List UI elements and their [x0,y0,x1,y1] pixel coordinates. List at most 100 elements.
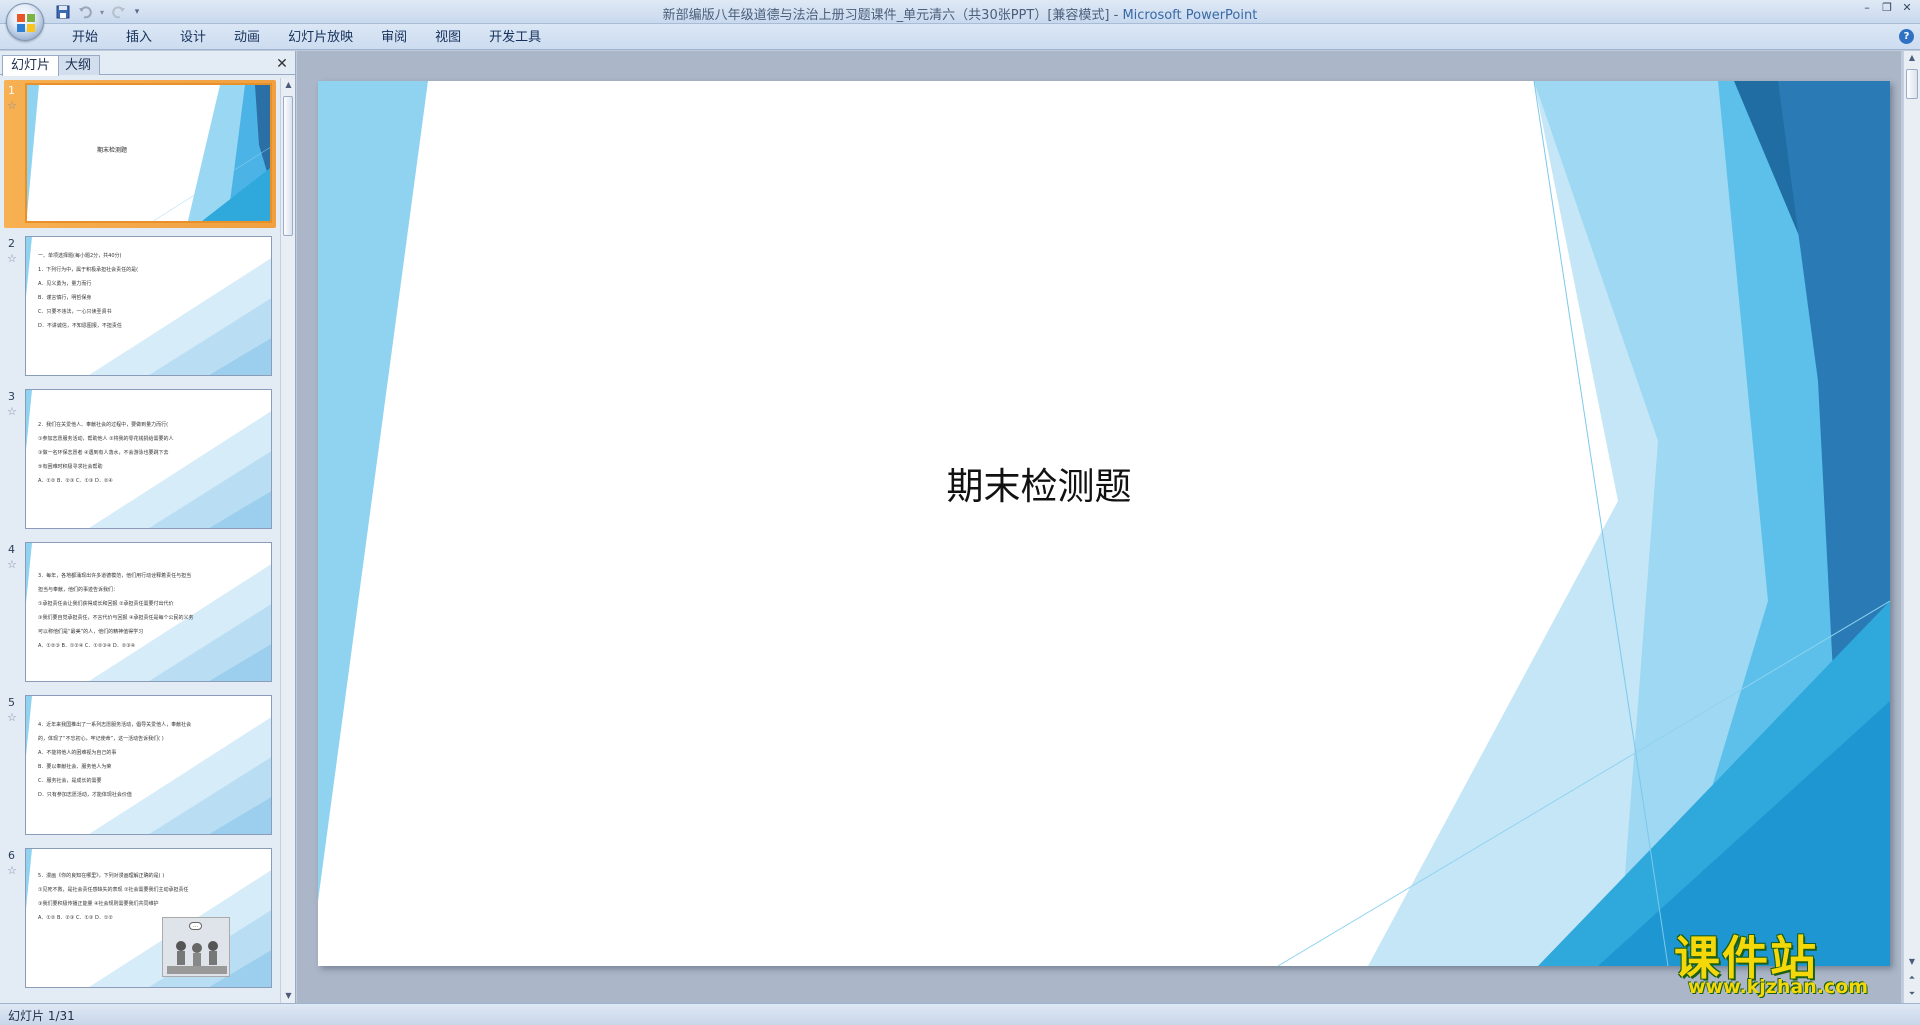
scroll-thumb[interactable] [283,96,293,236]
thumbnail-line: D．不讲诚信，不知恩图报，不担责任 [38,323,122,329]
slide-editing-area: 期末检测题 [297,51,1901,1003]
previous-slide-icon[interactable]: ⏶ [1904,971,1920,985]
thumbnail-list: 1 ☆ 期末检测题 2 ☆ 一、单项选择题(每小题2分，共40分) 1．下列行为… [0,78,278,1003]
thumbnail-line: ③做一名环保志愿者 ④遇到有人落水，不会游泳也要跳下去 [38,450,169,456]
cartoon-image: … [162,917,230,977]
thumbnail-canvas: 期末检测题 [25,83,272,223]
thumbnail-line: 3．每年，各地都涌现出许多道德模范，他们用行动诠释着责任与担当 [38,573,192,579]
help-icon[interactable]: ? [1899,29,1914,44]
next-slide-icon[interactable]: ⏷ [1904,987,1920,1001]
thumbnail-line: 担当与奉献，他们的事迹告诉我们： [38,587,119,593]
thumbnail-line: C．只要不违法，一心只读圣贤书 [38,309,112,315]
window-title: 新部编版八年级道德与法治上册习题课件_单元清六（共30张PPT）[兼容模式] -… [0,4,1920,23]
thumbnail-line: 1．下列行为中，属于积极承担社会责任的是( [38,267,139,273]
thumbnail-scrollbar[interactable]: ▲ ▼ [280,78,295,1003]
thumbnail-canvas: 4．近年来我国推出了一系列志愿服务活动，倡导关爱他人，奉献社会 的，体现了“不忘… [25,695,272,835]
app-name: Microsoft PowerPoint [1122,8,1258,23]
scroll-thumb[interactable] [1906,69,1918,99]
tab-animations[interactable]: 动画 [220,28,274,48]
thumbnail-line: 5．漫画《你的良知在哪里》，下列对漫画理解正确的是( ) [38,873,165,879]
slide-indicator: 幻灯片 1/31 [8,1009,75,1023]
slide-thumbnail[interactable]: 1 ☆ 期末检测题 [4,80,276,228]
slide-number: 2 [8,237,15,250]
slide-number: 3 [8,390,15,403]
slide-canvas[interactable]: 期末检测题 [318,81,1890,966]
thumbnail-line: 4．近年来我国推出了一系列志愿服务活动，倡导关爱他人，奉献社会 [38,722,192,728]
animation-star-icon: ☆ [7,405,17,418]
slide-thumbnail[interactable]: 4 ☆ 3．每年，各地都涌现出许多道德模范，他们用行动诠释着责任与担当 担当与奉… [4,539,276,687]
office-button[interactable] [6,3,44,41]
thumbnail-text: 一、单项选择题(每小题2分，共40分) 1．下列行为中，属于积极承担社会责任的是… [38,249,218,333]
watermark-url: www.kjzhan.com [1688,976,1869,998]
minimize-icon[interactable]: – [1858,1,1876,15]
thumbnail-line: 的，体现了“不忘初心，牢记使命”，这一活动告诉我们( ) [38,736,164,742]
animation-star-icon: ☆ [7,558,17,571]
close-icon[interactable]: ✕ [1898,1,1916,15]
scroll-down-icon[interactable]: ▼ [1904,955,1920,969]
thumbnail-line: ③我们要积极传播正能量 ④社会规则需要我们共同维护 [38,901,159,907]
status-bar: 幻灯片 1/31 [0,1003,1920,1025]
thumbnail-line: ①承担责任会让我们获得成长和回报 ②承担责任需要付出代价 [38,601,174,607]
thumbnail-line: ①参加志愿服务活动，帮助他人 ②将我的零花钱捐给需要的人 [38,436,174,442]
tab-developer[interactable]: 开发工具 [475,28,555,48]
thumbnail-canvas: 一、单项选择题(每小题2分，共40分) 1．下列行为中，属于积极承担社会责任的是… [25,236,272,376]
tab-design[interactable]: 设计 [166,28,220,48]
slide-scrollbar[interactable]: ▲ ▼ ⏶ ⏷ [1903,51,1920,1003]
title-separator: - [1109,8,1123,23]
slide-thumbnail[interactable]: 5 ☆ 4．近年来我国推出了一系列志愿服务活动，倡导关爱他人，奉献社会 的，体现… [4,692,276,840]
slide-number: 4 [8,543,15,556]
thumbnail-text: 2．我们在关爱他人、奉献社会的过程中，要做到量力而行( ①参加志愿服务活动，帮助… [38,418,218,488]
slide-thumbnail[interactable]: 6 ☆ 5．漫画《你的良知在哪里》，下列对漫画理解正确的是( ) ①见死不救，是… [4,845,276,993]
slide-background-shapes [318,81,1890,966]
thumbnail-line: A．①② B．②③ C．①③ D．②④ [38,478,113,484]
close-icon[interactable]: ✕ [274,56,290,72]
speech-bubble: … [189,922,202,930]
thumbnail-line: 2．我们在关爱他人、奉献社会的过程中，要做到量力而行( [38,422,169,428]
tab-insert[interactable]: 插入 [112,28,166,48]
slide-number: 5 [8,696,15,709]
tab-review[interactable]: 审阅 [367,28,421,48]
slide-number: 6 [8,849,15,862]
tab-slides[interactable]: 幻灯片 [2,55,60,76]
animation-star-icon: ☆ [7,252,17,265]
thumbnail-line: ③我们要自觉承担责任，不言代价与回报 ④承担责任是每个公民的义务 [38,615,194,621]
slide-thumbnail[interactable]: 3 ☆ 2．我们在关爱他人、奉献社会的过程中，要做到量力而行( ①参加志愿服务活… [4,386,276,534]
slide-number: 1 [8,84,15,97]
slide-title[interactable]: 期末检测题 [318,456,1890,510]
slides-pane: 幻灯片 大纲 ✕ 1 ☆ 期末检测题 2 ☆ 一、单项选择题(每小题2分，共40… [0,51,296,1003]
slide-thumbnail[interactable]: 2 ☆ 一、单项选择题(每小题2分，共40分) 1．下列行为中，属于积极承担社会… [4,233,276,381]
ribbon-tabs: 开始 插入 设计 动画 幻灯片放映 审阅 视图 开发工具 [58,28,555,48]
thumbnail-line: 一、单项选择题(每小题2分，共40分) [38,253,122,259]
thumbnail-line: A．①②③ B．①②④ C．①②③④ D．②③④ [38,643,136,649]
thumbnail-line: ①见死不救，是社会责任感缺失的表现 ②社会需要我们主动承担责任 [38,887,189,893]
scroll-up-icon[interactable]: ▲ [281,78,296,92]
thumbnail-line: A．见义勇为，量力而行 [38,281,92,287]
tab-home[interactable]: 开始 [58,28,112,48]
thumbnail-canvas: 2．我们在关爱他人、奉献社会的过程中，要做到量力而行( ①参加志愿服务活动，帮助… [25,389,272,529]
thumbnail-background [27,85,270,221]
animation-star-icon: ☆ [7,99,17,112]
window-controls: – ❐ ✕ [1858,1,1916,15]
tab-outline[interactable]: 大纲 [56,55,101,75]
scroll-up-icon[interactable]: ▲ [1904,51,1920,65]
thumbnail-line: 可以称他们是“最美”的人，他们的精神值得学习 [38,629,144,635]
thumbnail-line: B．要以奉献社会、服务他人为荣 [38,764,112,770]
office-logo-icon [17,14,35,32]
title-bar: ▾ ▾ 新部编版八年级道德与法治上册习题课件_单元清六（共30张PPT）[兼容模… [0,0,1920,24]
tab-view[interactable]: 视图 [421,28,475,48]
tab-slideshow[interactable]: 幻灯片放映 [274,28,367,48]
watermark-logo: 课件站 www.kjzhan.com [1668,922,1904,1000]
pane-tabs: 幻灯片 大纲 ✕ [0,53,296,76]
animation-star-icon: ☆ [7,711,17,724]
thumbnail-text: 4．近年来我国推出了一系列志愿服务活动，倡导关爱他人，奉献社会 的，体现了“不忘… [38,718,218,802]
thumbnail-canvas: 3．每年，各地都涌现出许多道德模范，他们用行动诠释着责任与担当 担当与奉献，他们… [25,542,272,682]
thumbnail-line: ⑤有困难时积极寻求社会帮助 [38,464,103,470]
thumbnail-canvas: 5．漫画《你的良知在哪里》，下列对漫画理解正确的是( ) ①见死不救，是社会责任… [25,848,272,988]
restore-icon[interactable]: ❐ [1878,1,1896,15]
document-title: 新部编版八年级道德与法治上册习题课件_单元清六（共30张PPT）[兼容模式] [662,8,1110,23]
thumbnail-line: B．谨言慎行，明哲保身 [38,295,92,301]
thumbnail-line: C．服务社会，是成长的需要 [38,778,102,784]
ribbon: 开始 插入 设计 动画 幻灯片放映 审阅 视图 开发工具 ? [0,24,1920,50]
thumbnail-text: 3．每年，各地都涌现出许多道德模范，他们用行动诠释着责任与担当 担当与奉献，他们… [38,569,218,653]
scroll-down-icon[interactable]: ▼ [281,989,296,1003]
